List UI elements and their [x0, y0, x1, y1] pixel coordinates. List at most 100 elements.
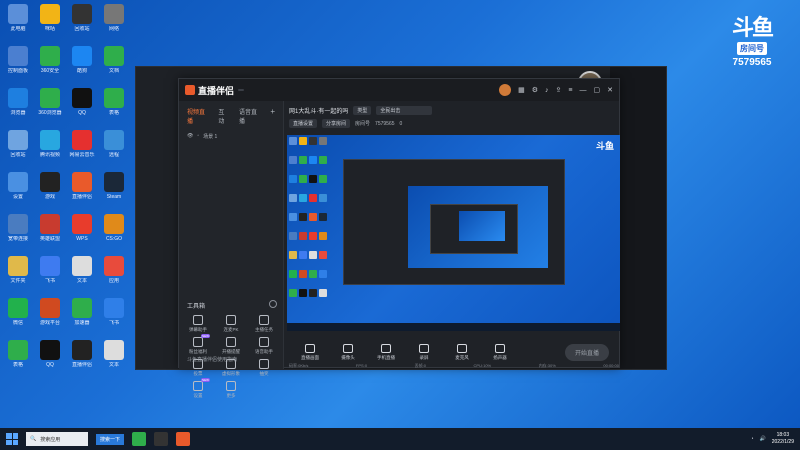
desktop-icon[interactable]: 宽带连接 — [2, 214, 34, 242]
control-icon — [495, 343, 505, 353]
app-logo: 直播伴侣 — [185, 84, 245, 97]
source-control[interactable]: 手机直播 — [373, 343, 399, 361]
desktop-icon[interactable]: 网络 — [98, 4, 130, 32]
start-live-button[interactable]: 开始直播 — [564, 343, 609, 361]
desktop-icon[interactable]: 网易云音乐 — [66, 130, 98, 158]
taskbar-app-companion-icon[interactable] — [154, 432, 169, 446]
search-input[interactable]: 🔍 搜索应用 — [26, 432, 88, 446]
room-title[interactable]: 网1大乱斗·有一起的吗 — [289, 106, 348, 115]
toolbox-item[interactable]: 粉丝福利 NEW — [183, 334, 213, 355]
toolbox-item[interactable]: 语音助手 — [249, 337, 279, 355]
desktop-icon[interactable]: WPS — [66, 214, 98, 242]
start-button[interactable] — [6, 433, 18, 445]
desktop-icon[interactable]: Steam — [98, 172, 130, 200]
desktop-icon[interactable]: 文件夹 — [2, 256, 34, 284]
wifi-icon[interactable]: ◔ — [750, 436, 753, 442]
close-icon[interactable]: ✕ — [607, 86, 613, 94]
toolbox-item[interactable]: 弹幕助手 — [183, 315, 213, 333]
share-icon[interactable]: ⇪ — [556, 86, 562, 94]
desktop-icon[interactable]: 飞书 — [98, 298, 130, 326]
source-control[interactable]: 摄像头 — [335, 343, 361, 361]
preview-icon — [309, 194, 317, 202]
eye-icon[interactable]: 👁 — [187, 133, 193, 140]
toolbox-item[interactable]: 主播任务 — [249, 315, 279, 333]
desktop-icon-label: 咪咕 — [44, 26, 55, 32]
desktop-icon[interactable]: 远程 — [98, 130, 130, 158]
desktop-icon[interactable]: 360安全 — [34, 46, 66, 74]
desktop-icon[interactable]: 文本 — [66, 256, 98, 284]
desktop-icon[interactable]: 设置 — [2, 172, 34, 200]
source-control[interactable]: 直播画面 — [297, 343, 323, 361]
desktop-icon[interactable]: 游戏 — [34, 172, 66, 200]
share-room-chip[interactable]: 分享房间 — [322, 119, 351, 128]
tab-video-live[interactable]: 视频直播 — [187, 107, 208, 125]
scene-name: 场景 1 — [203, 134, 218, 140]
minimize-icon[interactable]: — — [580, 87, 587, 94]
desktop-icon[interactable]: 360浏览器 — [34, 88, 66, 116]
desktop-icon[interactable]: 微信 — [2, 298, 34, 326]
desktop-icon[interactable]: 回收站 — [2, 130, 34, 158]
toolbox-item[interactable]: 连麦PK — [216, 315, 246, 333]
add-tab-button[interactable]: + — [270, 107, 275, 125]
desktop-icon[interactable]: 直播伴侣 — [66, 340, 98, 368]
desktop-icon[interactable]: 浏览器 — [2, 88, 34, 116]
toolbox-item[interactable]: 设置 NEW — [183, 378, 213, 399]
taskbar-app-360-icon[interactable] — [132, 432, 147, 446]
taskbar-app-live-icon[interactable] — [176, 432, 191, 446]
more-icon[interactable] — [269, 300, 277, 308]
preview-icon — [319, 213, 327, 221]
source-control[interactable]: 录屏 — [411, 343, 437, 361]
desktop-icon-label: 微信 — [12, 320, 23, 326]
desktop-icon[interactable]: 应用 — [98, 256, 130, 284]
tab-voice-live[interactable]: 语音直播 — [239, 107, 260, 125]
tool-label: 投票 — [193, 371, 203, 376]
desktop-icon-label: 360安全 — [40, 68, 60, 74]
desktop-icon[interactable]: QQ — [34, 340, 66, 368]
desktop-icon-label: 远程 — [108, 152, 119, 158]
tool-label: 抽奖 — [259, 371, 269, 376]
desktop-icon[interactable]: 游戏平台 — [34, 298, 66, 326]
settings-icon[interactable]: ⚙ — [532, 86, 538, 94]
lock-icon[interactable]: ▫ — [197, 133, 199, 140]
desktop-icon[interactable]: 控制面板 — [2, 46, 34, 74]
toolbox-item[interactable]: 更多 — [216, 381, 246, 399]
source-control[interactable]: 扬声器 — [487, 343, 513, 361]
clock[interactable]: 18:03 2022/1/29 — [772, 432, 794, 446]
scene-row[interactable]: 👁 ▫ 场景 1 — [179, 131, 283, 142]
desktop-icon-label: 文件夹 — [10, 278, 26, 284]
desktop-icon[interactable]: QQ — [66, 88, 98, 116]
desktop-icon[interactable]: 腾讯视频 — [34, 130, 66, 158]
desktop-icon[interactable]: 酷狗 — [66, 46, 98, 74]
category-chip[interactable]: 类型 — [353, 106, 372, 115]
desktop-icon[interactable]: CS:GO — [98, 214, 130, 242]
grid-icon[interactable]: ▦ — [518, 86, 525, 94]
desktop-icon[interactable]: 此电脑 — [2, 4, 34, 32]
category-value[interactable]: 全民出击 — [376, 106, 433, 115]
desktop-icon[interactable]: 英雄联盟 — [34, 214, 66, 242]
stream-preview[interactable]: 斗鱼 — [287, 135, 620, 331]
desktop-icon[interactable]: 咪咕 — [34, 4, 66, 32]
desktop-icon[interactable]: 文本 — [98, 340, 130, 368]
desktop-icon[interactable]: 表格 — [2, 340, 34, 368]
maximize-icon[interactable]: ▢ — [594, 86, 601, 94]
desktop-icon[interactable]: 加速器 — [66, 298, 98, 326]
menu-icon[interactable]: ≡ — [568, 87, 572, 94]
desktop-icon[interactable]: 文档 — [98, 46, 130, 74]
desktop-icon[interactable]: 表格 — [98, 88, 130, 116]
search-button[interactable]: 搜索一下 — [96, 433, 125, 445]
preview-icon — [309, 251, 317, 259]
live-settings-chip[interactable]: 直播设置 — [289, 119, 318, 128]
volume-icon[interactable]: 🔊 — [760, 436, 766, 442]
source-control[interactable]: 麦克风 — [449, 343, 475, 361]
toolbox-item[interactable]: 开播提醒 — [216, 337, 246, 355]
toolbox-item[interactable]: 抽奖 — [249, 359, 279, 377]
account-avatar[interactable] — [499, 84, 512, 96]
bell-icon[interactable]: ♪ — [545, 87, 549, 94]
desktop-icon[interactable]: 直播伴侣 — [66, 172, 98, 200]
tab-interact[interactable]: 互动 — [218, 107, 229, 125]
usage-hint[interactable]: 斗鱼直播伴侣使用指南 — [187, 356, 237, 363]
desktop-icon[interactable]: 飞书 — [34, 256, 66, 284]
preview-icon — [319, 156, 327, 164]
tool-icon — [193, 315, 203, 325]
desktop-icon[interactable]: 回收站 — [66, 4, 98, 32]
